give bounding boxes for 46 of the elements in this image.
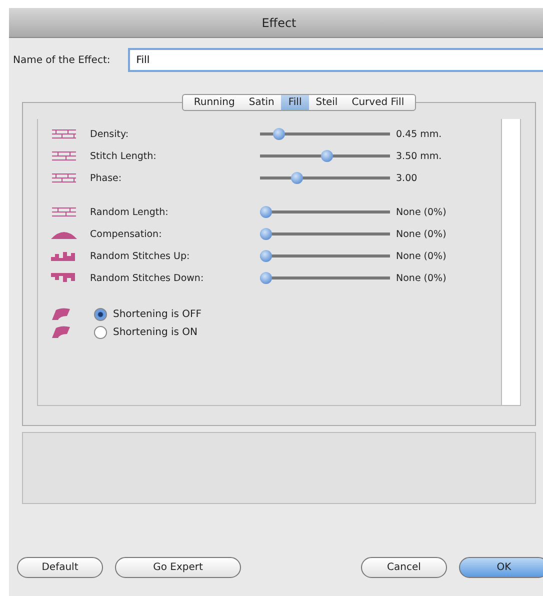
stitch-grid-icon bbox=[50, 150, 78, 162]
slider-thumb[interactable] bbox=[321, 150, 334, 162]
setting-value: None (0%) bbox=[396, 228, 446, 240]
slider-thumb[interactable] bbox=[260, 272, 272, 284]
window-title: Effect bbox=[262, 16, 296, 30]
name-field[interactable]: Fill bbox=[128, 48, 543, 72]
slider-thumb[interactable] bbox=[290, 172, 303, 184]
dialog-button[interactable]: Default bbox=[17, 557, 103, 578]
stitch-shape-icon bbox=[50, 307, 72, 321]
bars-icon bbox=[50, 250, 78, 262]
tab[interactable]: Satin bbox=[242, 95, 282, 110]
radio-label: Shortening is ON bbox=[113, 326, 198, 338]
stitch-grid-icon bbox=[50, 128, 78, 140]
setting-label: Random Length: bbox=[90, 206, 170, 218]
setting-value: None (0%) bbox=[396, 250, 446, 262]
setting-label: Random Stitches Up: bbox=[90, 250, 191, 262]
name-label: Name of the Effect: bbox=[13, 54, 110, 66]
tab[interactable]: Fill bbox=[281, 95, 309, 110]
stitch-grid-icon bbox=[50, 206, 78, 218]
slider-thumb[interactable] bbox=[272, 128, 285, 140]
setting-value: 3.50 mm. bbox=[396, 150, 442, 162]
radio-label: Shortening is OFF bbox=[113, 308, 202, 320]
scrollbar[interactable] bbox=[501, 119, 520, 405]
bars-icon bbox=[50, 272, 78, 284]
setting-label: Density: bbox=[90, 128, 130, 140]
setting-label: Compensation: bbox=[90, 228, 163, 240]
tab[interactable]: Steil bbox=[308, 95, 345, 110]
tab[interactable]: Curved Fill bbox=[344, 95, 412, 110]
slider-thumb[interactable] bbox=[260, 206, 272, 218]
setting-label: Phase: bbox=[90, 172, 123, 184]
slider-thumb[interactable] bbox=[260, 228, 272, 240]
radio-button[interactable] bbox=[94, 326, 107, 338]
setting-value: None (0%) bbox=[396, 206, 446, 218]
setting-label: Stitch Length: bbox=[90, 150, 158, 162]
tab[interactable]: Running bbox=[186, 95, 242, 110]
dialog-button[interactable]: Cancel bbox=[361, 557, 447, 578]
stitch-shape-icon bbox=[50, 325, 72, 339]
setting-value: None (0%) bbox=[396, 272, 446, 284]
setting-value: 0.45 mm. bbox=[396, 128, 442, 140]
dialog-button[interactable]: Go Expert bbox=[115, 557, 241, 578]
radio-button[interactable] bbox=[94, 308, 107, 320]
stitch-grid-icon bbox=[50, 172, 78, 184]
setting-label: Random Stitches Down: bbox=[90, 272, 205, 284]
slider-thumb[interactable] bbox=[260, 250, 272, 262]
ok-button[interactable]: OK bbox=[459, 557, 543, 578]
setting-value: 3.00 bbox=[396, 172, 418, 184]
